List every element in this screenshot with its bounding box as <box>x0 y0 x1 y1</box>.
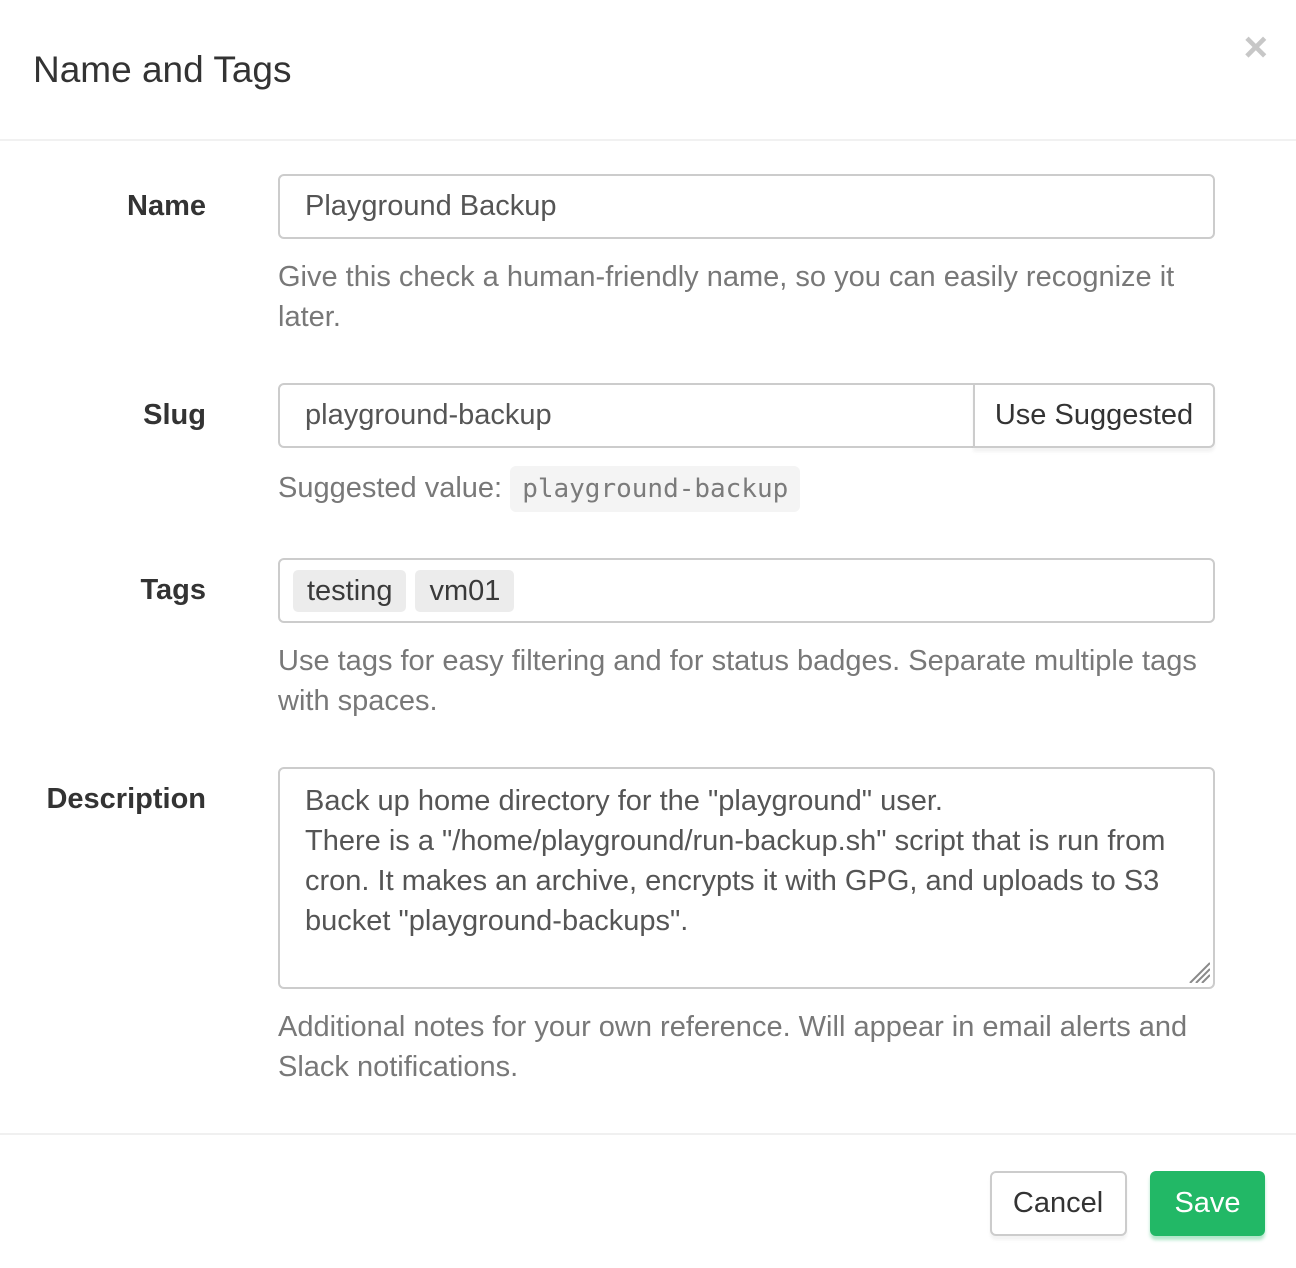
name-and-tags-dialog: Name and Tags × Name Give this check a h… <box>0 0 1296 1254</box>
slug-input[interactable] <box>278 383 975 448</box>
slug-help-text: Suggested value: playground-backup <box>278 466 1215 512</box>
name-label: Name <box>0 174 206 337</box>
name-field-row: Name Give this check a human-friendly na… <box>0 174 1296 337</box>
tag-chip-testing[interactable]: testing <box>293 570 406 612</box>
tags-field-row: Tags testing vm01 Use tags for easy filt… <box>0 558 1296 721</box>
dialog-body: Name Give this check a human-friendly na… <box>0 141 1296 1133</box>
description-field-row: Description Back up home directory for t… <box>0 767 1296 1087</box>
tag-chip-vm01[interactable]: vm01 <box>415 570 514 612</box>
cancel-button[interactable]: Cancel <box>990 1171 1127 1236</box>
use-suggested-button[interactable]: Use Suggested <box>973 383 1215 448</box>
tags-help-text: Use tags for easy filtering and for stat… <box>278 641 1215 721</box>
slug-input-group: Use Suggested <box>278 383 1215 448</box>
description-label: Description <box>0 767 206 1087</box>
name-input[interactable] <box>278 174 1215 239</box>
tags-label: Tags <box>0 558 206 721</box>
description-textarea[interactable]: Back up home directory for the "playgrou… <box>278 767 1215 989</box>
dialog-footer: Cancel Save <box>0 1133 1296 1268</box>
resize-handle-icon[interactable] <box>1186 959 1210 983</box>
suggested-value-prefix: Suggested value: <box>278 472 502 504</box>
name-help-text: Give this check a human-friendly name, s… <box>278 257 1215 337</box>
description-help-text: Additional notes for your own reference.… <box>278 1007 1215 1087</box>
slug-label: Slug <box>0 383 206 512</box>
slug-field-row: Slug Use Suggested Suggested value: play… <box>0 383 1296 512</box>
tags-input[interactable]: testing vm01 <box>278 558 1215 623</box>
close-icon[interactable]: × <box>1243 26 1268 68</box>
suggested-value-chip: playground-backup <box>510 466 800 512</box>
dialog-title: Name and Tags <box>33 49 291 91</box>
save-button[interactable]: Save <box>1150 1171 1265 1236</box>
dialog-header: Name and Tags × <box>0 0 1296 141</box>
